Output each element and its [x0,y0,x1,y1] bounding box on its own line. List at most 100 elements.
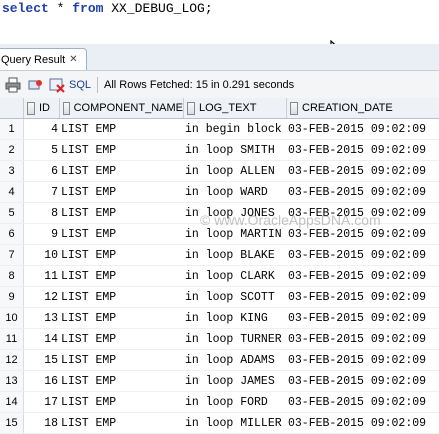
sort-icon[interactable] [290,101,298,115]
cell-component-name[interactable]: LIST EMP [60,182,184,202]
table-row[interactable]: 4 7 LIST EMP in loop WARD 03-FEB-2015 09:02:… [0,182,439,203]
cancel-icon[interactable] [48,76,66,94]
cell-creation-date[interactable]: 03-FEB-2015 09:02:09 [287,119,439,139]
row-number[interactable]: 11 [0,329,24,349]
cell-creation-date[interactable]: 03-FEB-2015 09:02:09 [287,203,439,223]
cell-component-name[interactable]: LIST EMP [60,245,184,265]
cell-creation-date[interactable]: 03-FEB-2015 09:02:09 [287,161,439,181]
cell-creation-date[interactable]: 03-FEB-2015 09:02:09 [287,350,439,370]
row-number[interactable]: 3 [0,161,24,181]
row-number[interactable]: 6 [0,224,24,244]
cell-id[interactable]: 8 [24,203,60,223]
cell-id[interactable]: 9 [24,224,60,244]
cell-log-text[interactable]: in loop SCOTT [184,287,287,307]
row-number[interactable]: 13 [0,371,24,391]
cell-component-name[interactable]: LIST EMP [60,161,184,181]
table-row[interactable]: 9 12 LIST EMP in loop SCOTT 03-FEB-2015 09:0… [0,287,439,308]
cell-id[interactable]: 16 [24,371,60,391]
cell-id[interactable]: 11 [24,266,60,286]
sort-icon[interactable] [187,101,195,115]
cell-creation-date[interactable]: 03-FEB-2015 09:02:09 [287,329,439,349]
cell-id[interactable]: 6 [24,161,60,181]
close-icon[interactable]: ✕ [69,54,77,65]
cell-log-text[interactable]: in begin block [184,119,287,139]
cell-id[interactable]: 5 [24,140,60,160]
cell-component-name[interactable]: LIST EMP [60,308,184,328]
cell-id[interactable]: 17 [24,392,60,412]
cell-id[interactable]: 14 [24,329,60,349]
cell-log-text[interactable]: in loop FORD [184,392,287,412]
row-number[interactable]: 4 [0,182,24,202]
cell-log-text[interactable]: in loop MILLER [184,413,287,433]
cell-creation-date[interactable]: 03-FEB-2015 09:02:09 [287,140,439,160]
cell-id[interactable]: 7 [24,182,60,202]
table-row[interactable]: 5 8 LIST EMP in loop JONES 03-FEB-2015 09:02… [0,203,439,224]
table-row[interactable]: 3 6 LIST EMP in loop ALLEN 03-FEB-2015 09:02… [0,161,439,182]
sql-button[interactable]: SQL [69,79,91,91]
cell-component-name[interactable]: LIST EMP [60,119,184,139]
cell-id[interactable]: 18 [24,413,60,433]
sort-icon[interactable] [63,101,70,115]
cell-creation-date[interactable]: 03-FEB-2015 09:02:09 [287,266,439,286]
cell-creation-date[interactable]: 03-FEB-2015 09:02:09 [287,224,439,244]
row-number[interactable]: 7 [0,245,24,265]
cell-component-name[interactable]: LIST EMP [60,371,184,391]
cell-log-text[interactable]: in loop SMITH [184,140,287,160]
cell-component-name[interactable]: LIST EMP [60,287,184,307]
cell-log-text[interactable]: in loop BLAKE [184,245,287,265]
cell-component-name[interactable]: LIST EMP [60,224,184,244]
cell-log-text[interactable]: in loop ADAMS [184,350,287,370]
cell-component-name[interactable]: LIST EMP [60,413,184,433]
row-number[interactable]: 9 [0,287,24,307]
cell-id[interactable]: 13 [24,308,60,328]
row-number[interactable]: 8 [0,266,24,286]
cell-log-text[interactable]: in loop MARTIN [184,224,287,244]
results-grid[interactable]: ID COMPONENT_NAME LOG_TEXT CREATION_DATE… [0,98,439,434]
cell-log-text[interactable]: in loop WARD [184,182,287,202]
cell-log-text[interactable]: in loop KING [184,308,287,328]
tab-query-result[interactable]: Query Result ✕ [0,48,87,70]
print-icon[interactable] [4,76,22,94]
sql-editor[interactable]: select * from XX_DEBUG_LOG; [0,0,439,40]
cell-log-text[interactable]: in loop CLARK [184,266,287,286]
cell-creation-date[interactable]: 03-FEB-2015 09:02:09 [287,245,439,265]
cell-creation-date[interactable]: 03-FEB-2015 09:02:09 [287,371,439,391]
table-row[interactable]: 10 13 LIST EMP in loop KING 03-FEB-2015 09:0… [0,308,439,329]
table-row[interactable]: 6 9 LIST EMP in loop MARTIN 03-FEB-2015 09:0… [0,224,439,245]
cell-id[interactable]: 12 [24,287,60,307]
row-number[interactable]: 15 [0,413,24,433]
cell-component-name[interactable]: LIST EMP [60,392,184,412]
table-row[interactable]: 14 17 LIST EMP in loop FORD 03-FEB-2015 09:0… [0,392,439,413]
cell-id[interactable]: 15 [24,350,60,370]
row-number[interactable]: 14 [0,392,24,412]
table-row[interactable]: 1 4 LIST EMP in begin block 03-FEB-2015 09:0… [0,119,439,140]
sort-icon[interactable] [27,101,35,115]
cell-component-name[interactable]: LIST EMP [60,266,184,286]
cell-log-text[interactable]: in loop ALLEN [184,161,287,181]
cell-log-text[interactable]: in loop JAMES [184,371,287,391]
cell-creation-date[interactable]: 03-FEB-2015 09:02:09 [287,392,439,412]
cell-component-name[interactable]: LIST EMP [60,329,184,349]
column-header-component-name[interactable]: COMPONENT_NAME [60,98,184,118]
column-header-log-text[interactable]: LOG_TEXT [184,98,287,118]
column-header-creation-date[interactable]: CREATION_DATE [287,98,439,118]
cell-creation-date[interactable]: 03-FEB-2015 09:02:09 [287,287,439,307]
row-number[interactable]: 12 [0,350,24,370]
cell-log-text[interactable]: in loop TURNER [184,329,287,349]
cell-creation-date[interactable]: 03-FEB-2015 09:02:09 [287,308,439,328]
cell-log-text[interactable]: in loop JONES [184,203,287,223]
pin-icon[interactable] [26,76,44,94]
column-header-id[interactable]: ID [24,98,60,118]
row-number[interactable]: 2 [0,140,24,160]
row-number[interactable]: 5 [0,203,24,223]
table-row[interactable]: 12 15 LIST EMP in loop ADAMS 03-FEB-2015 09:… [0,350,439,371]
table-row[interactable]: 2 5 LIST EMP in loop SMITH 03-FEB-2015 09:02… [0,140,439,161]
cell-creation-date[interactable]: 03-FEB-2015 09:02:09 [287,413,439,433]
table-row[interactable]: 11 14 LIST EMP in loop TURNER 03-FEB-2015 09… [0,329,439,350]
cell-component-name[interactable]: LIST EMP [60,140,184,160]
cell-id[interactable]: 10 [24,245,60,265]
row-number[interactable]: 1 [0,119,24,139]
sql-statement[interactable]: select * from XX_DEBUG_LOG; [2,1,213,16]
table-row[interactable]: 8 11 LIST EMP in loop CLARK 03-FEB-2015 09:0… [0,266,439,287]
cell-component-name[interactable]: LIST EMP [60,203,184,223]
